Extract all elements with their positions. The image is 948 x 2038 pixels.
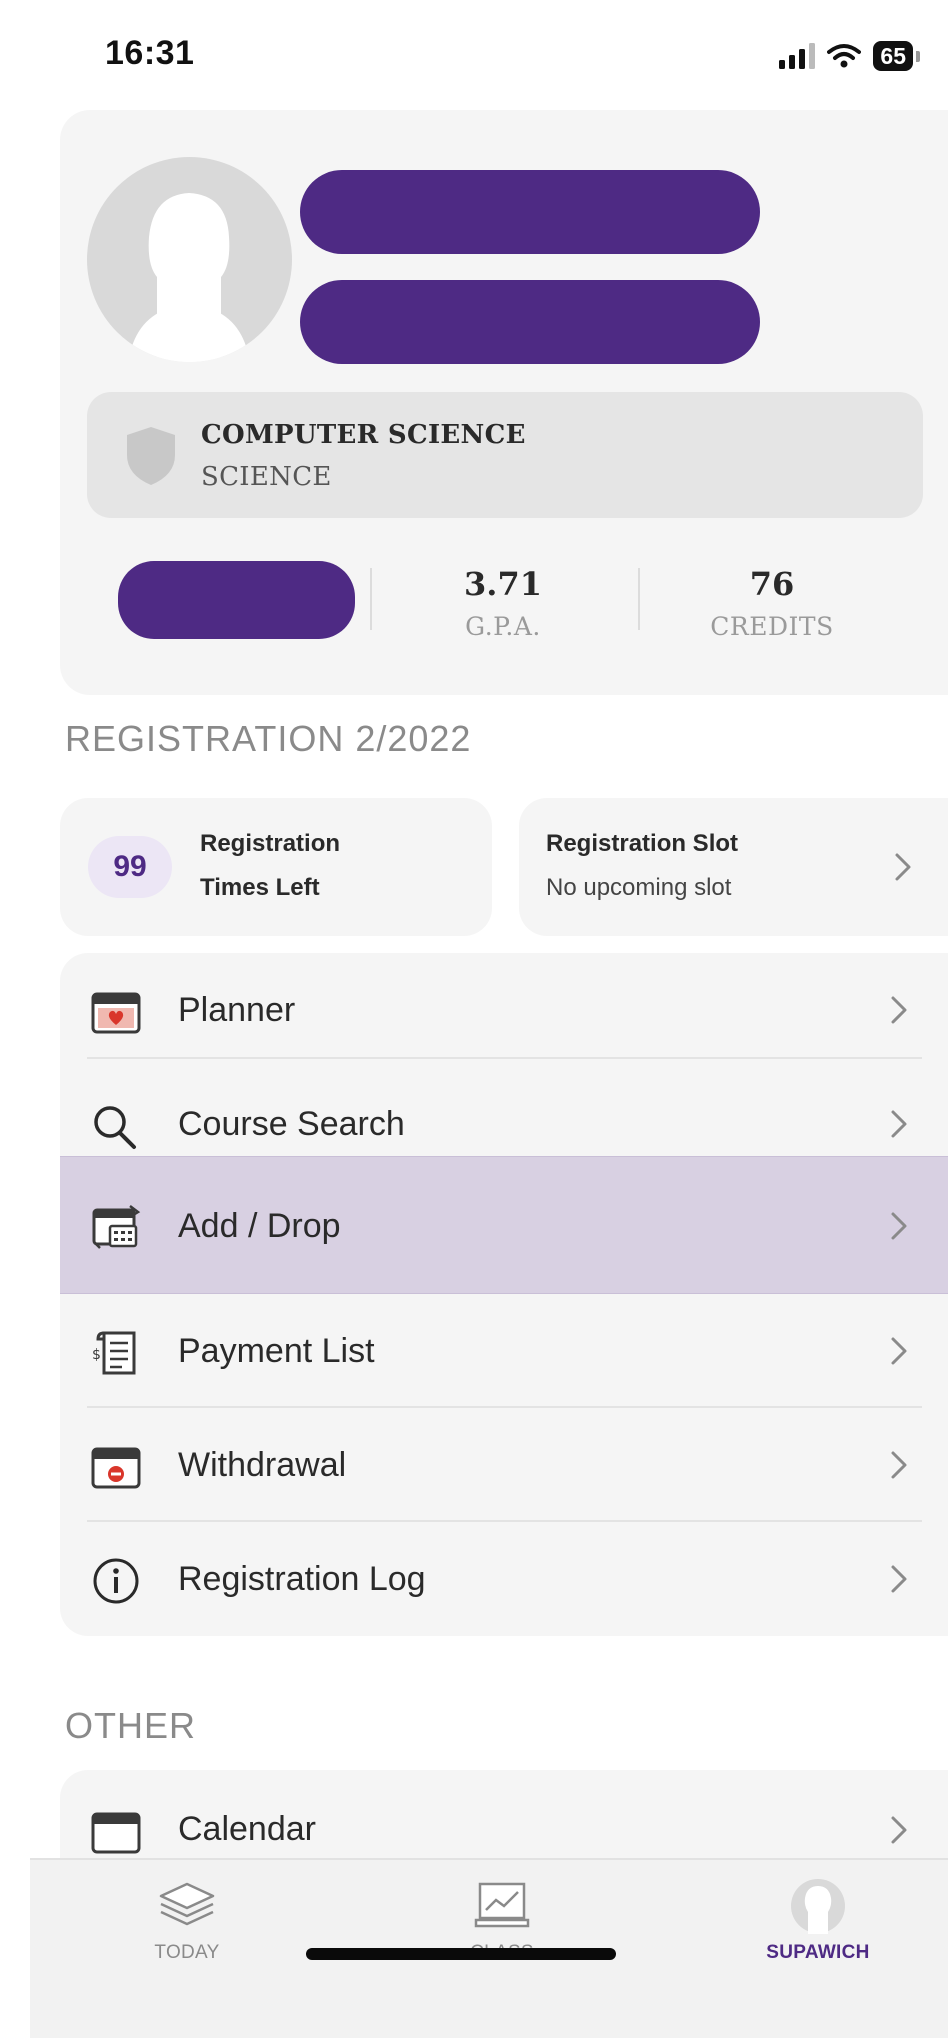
menu-item-add-drop[interactable]: Add / Drop <box>60 1156 948 1294</box>
menu-item-label: Planner <box>178 991 296 1029</box>
info-icon <box>93 1558 139 1604</box>
redacted-name <box>300 170 760 254</box>
tab-label: TODAY <box>154 1942 220 1963</box>
menu-item-planner[interactable]: Planner <box>60 953 948 1067</box>
menu-item-withdrawal[interactable]: Withdrawal <box>60 1408 948 1522</box>
chart-board-icon <box>474 1882 530 1928</box>
tab-today[interactable]: TODAY <box>87 1860 287 1990</box>
chevron-right-icon <box>891 1337 907 1365</box>
registration-slot-card[interactable]: Registration Slot No upcoming slot <box>519 798 948 936</box>
credits-value: 76 <box>749 565 795 603</box>
svg-text:$: $ <box>92 1347 101 1363</box>
chevron-right-icon <box>891 1110 907 1138</box>
wifi-icon <box>827 44 862 68</box>
gpa-label: G.P.A. <box>465 612 541 641</box>
battery-icon: 65 <box>873 41 920 71</box>
menu-item-registration-log[interactable]: Registration Log <box>60 1522 948 1636</box>
menu-item-label: Calendar <box>178 1810 316 1848</box>
chevron-right-icon <box>891 1451 907 1479</box>
chevron-right-icon <box>895 853 911 881</box>
receipt-icon: $ <box>92 1331 136 1375</box>
search-icon <box>94 1106 136 1149</box>
planner-icon <box>91 992 141 1034</box>
menu-separator <box>87 1057 922 1059</box>
redacted-student-id <box>300 280 760 364</box>
chevron-right-icon <box>891 1212 907 1240</box>
program-box: COMPUTER SCIENCE SCIENCE <box>87 392 923 518</box>
faculty-name: SCIENCE <box>201 462 332 492</box>
gpa-value: 3.71 <box>464 565 542 603</box>
registration-section-title: REGISTRATION 2/2022 <box>65 718 472 759</box>
registration-slot-status: No upcoming slot <box>546 874 732 901</box>
menu-item-label: Course Search <box>178 1105 405 1143</box>
registration-menu: Planner Course Search Add / Drop $ Payme… <box>60 953 948 1636</box>
add-drop-icon <box>92 1205 141 1249</box>
menu-item-label: Add / Drop <box>178 1207 341 1245</box>
chevron-right-icon <box>891 1816 907 1844</box>
shield-icon <box>127 427 175 485</box>
stat-divider <box>638 568 640 630</box>
battery-level: 65 <box>873 41 913 71</box>
tab-profile[interactable]: SUPAWICH <box>718 1860 918 1990</box>
other-section-title: OTHER <box>65 1705 196 1746</box>
chevron-right-icon <box>891 996 907 1024</box>
status-bar: 16:31 65 <box>0 0 948 110</box>
menu-item-payment-list[interactable]: $ Payment List <box>60 1294 948 1408</box>
profile-card: COMPUTER SCIENCE SCIENCE 3.71 G.P.A. 76 … <box>60 110 948 695</box>
times-left-badge: 99 <box>88 836 172 898</box>
menu-item-label: Withdrawal <box>178 1446 347 1484</box>
redacted-field <box>118 561 355 639</box>
times-left-label-line1: Registration <box>200 830 341 857</box>
program-name: COMPUTER SCIENCE <box>201 420 526 450</box>
credits-label: CREDITS <box>710 612 834 641</box>
menu-item-label: Registration Log <box>178 1560 426 1598</box>
menu-item-label: Payment List <box>178 1332 375 1370</box>
chevron-right-icon <box>891 1565 907 1593</box>
layers-icon <box>159 1882 215 1926</box>
registration-slot-title: Registration Slot <box>546 830 739 857</box>
registration-times-left-card: 99 Registration Times Left <box>60 798 492 936</box>
times-left-label-line2: Times Left <box>200 874 320 901</box>
person-silhouette-icon <box>128 193 250 362</box>
calendar-icon <box>91 1812 141 1854</box>
status-time: 16:31 <box>105 34 195 72</box>
cellular-signal-icon <box>779 43 816 69</box>
home-indicator[interactable] <box>306 1948 616 1960</box>
avatar-icon <box>791 1879 845 1934</box>
stat-divider <box>370 568 372 630</box>
avatar <box>87 157 292 362</box>
withdrawal-icon <box>91 1447 141 1489</box>
tab-label: SUPAWICH <box>766 1942 870 1963</box>
tab-class[interactable]: CLASS <box>402 1860 602 1990</box>
status-icons: 65 <box>779 38 920 74</box>
